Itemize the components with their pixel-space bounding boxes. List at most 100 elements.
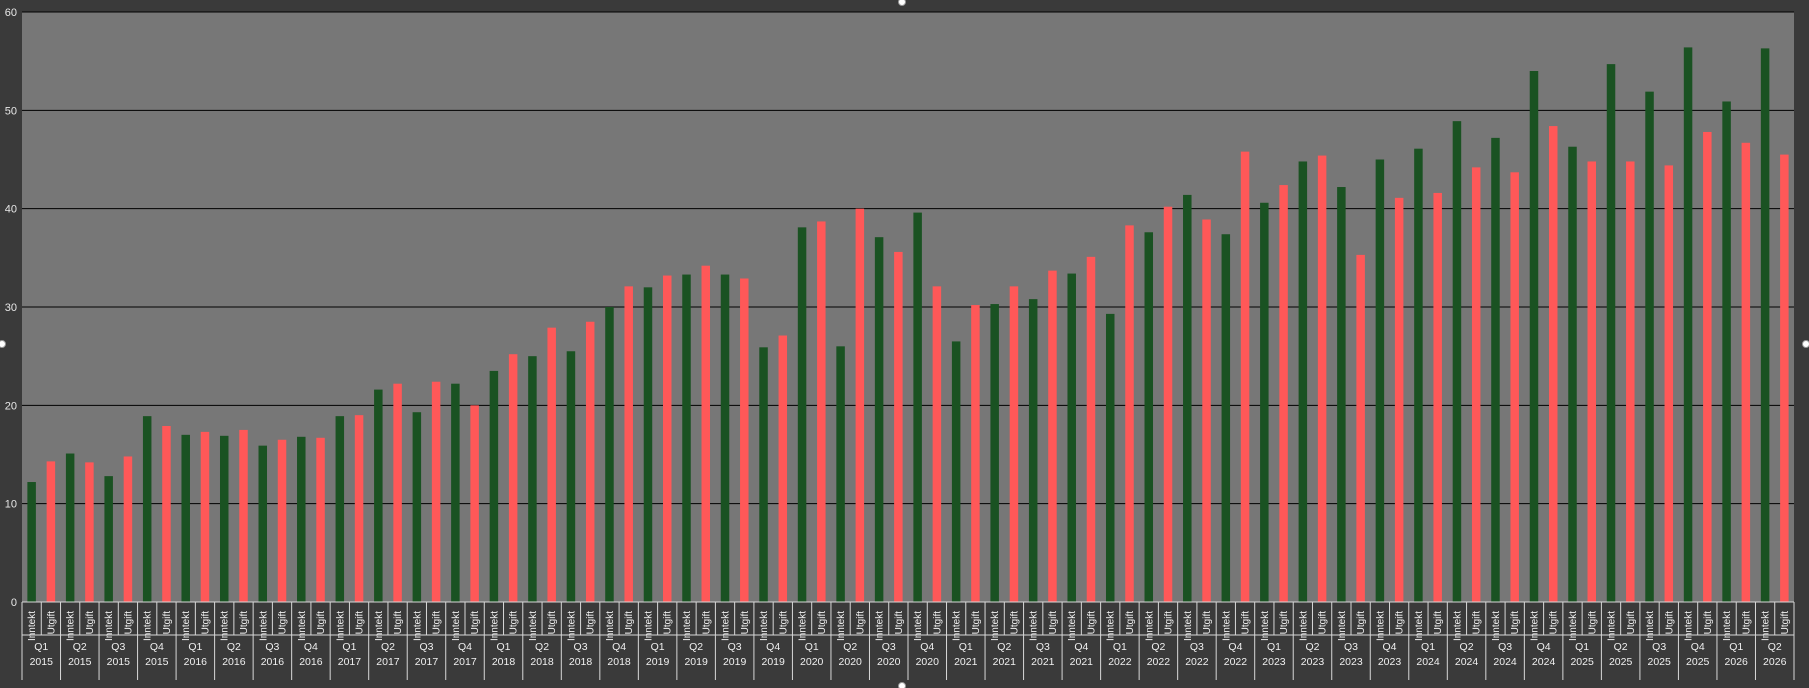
x-year-label: 2018: [492, 656, 516, 668]
x-subcategory-label: Utgift: [1664, 611, 1675, 635]
x-subcategory-label: Utgift: [1356, 611, 1367, 635]
bar-inntekt: [258, 445, 268, 602]
x-quarter-label: Q3: [1344, 641, 1358, 653]
bar-utgift: [1048, 270, 1057, 602]
bar-utgift: [1433, 192, 1442, 602]
x-subcategory-label: Utgift: [46, 611, 57, 635]
x-year-label: 2018: [607, 656, 631, 668]
x-subcategory-label: Utgift: [1164, 611, 1175, 635]
x-subcategory-label: Inntekt: [1183, 611, 1194, 641]
x-subcategory-label: Utgift: [1202, 611, 1213, 635]
y-tick-label: 0: [11, 597, 17, 609]
x-quarter-label: Q4: [458, 641, 472, 653]
bar-inntekt: [1375, 159, 1385, 602]
bar-inntekt: [951, 341, 961, 602]
x-subcategory-label: Inntekt: [1491, 611, 1502, 641]
x-year-label: 2016: [261, 656, 285, 668]
x-quarter-label: Q1: [1729, 641, 1743, 653]
resize-handle[interactable]: [898, 682, 906, 688]
x-quarter-label: Q2: [227, 641, 241, 653]
x-subcategory-label: Utgift: [740, 611, 751, 635]
x-subcategory-label: Inntekt: [1067, 611, 1078, 641]
bar-inntekt: [374, 389, 383, 602]
x-quarter-label: Q1: [1113, 641, 1127, 653]
bar-inntekt: [1337, 187, 1346, 603]
x-quarter-label: Q3: [1498, 641, 1512, 653]
bar-utgift: [1548, 126, 1558, 603]
x-year-label: 2023: [1262, 656, 1286, 668]
bar-utgift: [894, 251, 903, 602]
bar-inntekt: [759, 347, 768, 602]
x-year-label: 2025: [1686, 656, 1710, 668]
x-subcategory-label: Utgift: [586, 611, 597, 635]
bar-inntekt: [1722, 101, 1731, 602]
bar-inntekt: [1183, 194, 1192, 602]
bar-utgift: [1664, 165, 1674, 602]
x-subcategory-label: Inntekt: [1298, 611, 1309, 641]
x-subcategory-label: Utgift: [1318, 611, 1329, 635]
x-year-label: 2019: [646, 656, 670, 668]
x-quarter-label: Q3: [574, 641, 588, 653]
x-subcategory-label: Inntekt: [528, 611, 539, 641]
bar-utgift: [547, 327, 556, 602]
x-year-label: 2021: [1070, 656, 1094, 668]
bar-utgift: [855, 208, 865, 602]
bar-inntekt: [65, 453, 75, 602]
x-subcategory-label: Inntekt: [335, 611, 346, 641]
bar-utgift: [1009, 286, 1019, 602]
resize-handle[interactable]: [898, 0, 906, 6]
bar-inntekt: [990, 304, 999, 602]
x-year-label: 2015: [107, 656, 131, 668]
bar-inntekt: [181, 434, 190, 602]
x-quarter-label: Q2: [1614, 641, 1628, 653]
resize-handle[interactable]: [1802, 340, 1809, 348]
bar-utgift: [1587, 161, 1597, 602]
x-subcategory-label: Inntekt: [220, 611, 231, 641]
x-subcategory-label: Inntekt: [643, 611, 654, 641]
x-subcategory-label: Inntekt: [836, 611, 847, 641]
x-subcategory-label: Inntekt: [1452, 611, 1463, 641]
x-year-label: 2015: [145, 656, 169, 668]
x-subcategory-label: Inntekt: [1337, 611, 1348, 641]
x-year-label: 2020: [877, 656, 901, 668]
x-year-label: 2019: [684, 656, 708, 668]
bar-inntekt: [797, 227, 807, 602]
x-subcategory-label: Utgift: [509, 611, 520, 635]
x-subcategory-label: Utgift: [162, 611, 173, 635]
x-subcategory-label: Inntekt: [566, 611, 577, 641]
bar-inntekt: [297, 436, 306, 602]
x-subcategory-label: Inntekt: [451, 611, 462, 641]
x-subcategory-label: Utgift: [432, 611, 443, 635]
x-subcategory-label: Inntekt: [297, 611, 308, 641]
bar-utgift: [1086, 256, 1096, 602]
x-year-label: 2024: [1455, 656, 1479, 668]
bar-utgift: [624, 286, 633, 602]
x-subcategory-label: Inntekt: [913, 611, 924, 641]
bar-utgift: [1471, 167, 1481, 602]
bar-utgift: [508, 354, 518, 602]
x-year-label: 2016: [184, 656, 208, 668]
x-quarter-label: Q1: [1575, 641, 1589, 653]
bar-utgift: [354, 415, 364, 602]
x-year-label: 2024: [1416, 656, 1440, 668]
resize-handle[interactable]: [0, 340, 6, 348]
x-subcategory-label: Utgift: [1009, 611, 1020, 635]
x-quarter-label: Q4: [1383, 641, 1397, 653]
x-quarter-label: Q4: [1228, 641, 1242, 653]
bar-inntekt: [142, 416, 152, 602]
bar-inntekt: [1452, 121, 1462, 603]
x-subcategory-label: Utgift: [1125, 611, 1136, 635]
x-quarter-label: Q1: [959, 641, 973, 653]
bar-inntekt: [1760, 48, 1770, 602]
x-subcategory-label: Utgift: [1741, 611, 1752, 635]
bar-utgift: [200, 431, 210, 602]
x-subcategory-label: Inntekt: [66, 611, 77, 641]
bar-inntekt: [874, 237, 884, 602]
bar-inntekt: [1414, 148, 1423, 602]
x-year-label: 2021: [993, 656, 1017, 668]
bar-utgift: [123, 456, 133, 602]
x-subcategory-label: Utgift: [817, 611, 828, 635]
x-year-label: 2024: [1493, 656, 1517, 668]
x-quarter-label: Q3: [1190, 641, 1204, 653]
y-tick-label: 20: [5, 400, 17, 412]
